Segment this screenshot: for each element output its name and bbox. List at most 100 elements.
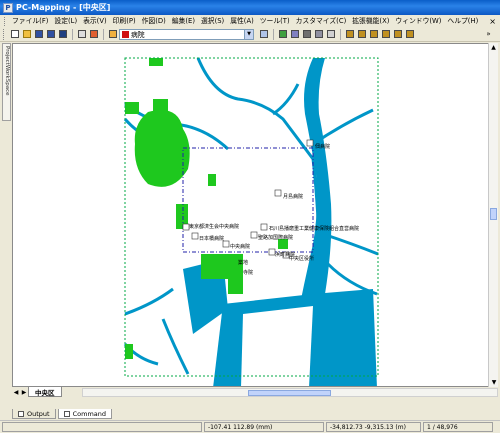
layer-color-swatch xyxy=(122,30,129,38)
menu-customize[interactable]: カスタマイズ(C) xyxy=(293,15,350,27)
layer-tool-icon[interactable] xyxy=(88,29,99,40)
scroll-down-icon[interactable]: ▼ xyxy=(489,378,499,387)
menu-settings[interactable]: 設定(L) xyxy=(51,15,80,27)
window-title: PC-Mapping - [中央区] xyxy=(16,3,111,12)
tab-next-icon[interactable]: ▶ xyxy=(20,389,28,396)
horizontal-scrollbar[interactable] xyxy=(81,387,498,397)
document-tab-row: ◀ ▶ 中央区 xyxy=(12,387,498,397)
bank-icon[interactable] xyxy=(313,29,324,40)
toolbar-grip[interactable] xyxy=(3,28,6,40)
menu-attribute[interactable]: 属性(A) xyxy=(227,15,257,27)
toolbar-separator xyxy=(103,28,104,40)
menu-grip[interactable] xyxy=(4,16,7,26)
tab-output[interactable]: Output xyxy=(12,409,56,419)
link-icon[interactable] xyxy=(325,29,336,40)
menu-tools[interactable]: ツール(T) xyxy=(257,15,293,27)
map-drawing: 佃病院 月島病院 東京都済生会中央病院 日本橋病院 中央病院 聖路加国際病院 石… xyxy=(123,57,379,386)
title-bar: P PC-Mapping - [中央区] xyxy=(0,0,500,15)
side-panel: ProjectWorkSpace xyxy=(0,43,12,408)
tab-command[interactable]: Command xyxy=(57,409,113,419)
park-block-6 xyxy=(149,58,163,66)
menu-bar: ファイル(F) 設定(L) 表示(V) 印刷(P) 作図(D) 編集(E) 選択… xyxy=(0,15,500,27)
database-icon[interactable] xyxy=(301,29,312,40)
map-label: 月島病院 xyxy=(283,193,303,200)
chevron-down-icon[interactable]: ▼ xyxy=(244,29,253,39)
app-icon: P xyxy=(3,2,13,13)
map-label: 築地 xyxy=(238,259,248,266)
river-south xyxy=(123,287,190,375)
output-tabs: Output Command xyxy=(12,408,500,419)
menu-file[interactable]: ファイル(F) xyxy=(9,15,51,27)
menu-window[interactable]: ウィンドウ(W) xyxy=(392,15,444,27)
status-xy-mm: -107.41 112.89 (mm) xyxy=(204,422,324,432)
park-block-7 xyxy=(125,344,133,359)
map-label: 日本橋病院 xyxy=(199,235,224,242)
pencil-tool-icon[interactable] xyxy=(356,29,367,40)
toolbar-separator xyxy=(273,28,274,40)
river-east xyxy=(272,83,374,146)
mdi-close-icon[interactable]: × xyxy=(489,17,496,26)
hospital-symbol xyxy=(306,139,314,147)
menu-draw[interactable]: 作図(D) xyxy=(139,15,169,27)
map-label: 石川島播磨重工業健康保険組合直営病院 xyxy=(269,225,359,232)
attribute-table-icon[interactable] xyxy=(289,29,300,40)
layer-select[interactable]: 病院 ▼ xyxy=(119,28,254,40)
hospital-symbol xyxy=(250,231,258,239)
status-coords: -34,812.73 -9,315.13 (m) xyxy=(326,422,421,432)
marker-tool-icon[interactable] xyxy=(380,29,391,40)
park-block-5 xyxy=(228,279,243,294)
pin-tool-icon[interactable] xyxy=(404,29,415,40)
layer-table-icon[interactable] xyxy=(258,29,269,40)
toolbar-separator xyxy=(340,28,341,40)
menu-view[interactable]: 表示(V) xyxy=(80,15,110,27)
save-as-icon[interactable] xyxy=(57,29,68,40)
layer-select-value: 病院 xyxy=(131,31,145,39)
menu-select[interactable]: 選択(S) xyxy=(198,15,227,27)
map-view-icon[interactable] xyxy=(277,29,288,40)
hospital-symbol xyxy=(260,223,268,231)
map-label: 寺院 xyxy=(243,269,253,276)
menu-extensions[interactable]: 拡張機能(X) xyxy=(349,15,392,27)
eraser-tool-icon[interactable] xyxy=(392,29,403,40)
save-all-icon[interactable] xyxy=(45,29,56,40)
toolbar-overflow-icon[interactable]: » xyxy=(483,29,494,40)
menu-print[interactable]: 印刷(P) xyxy=(110,15,139,27)
menu-edit[interactable]: 編集(E) xyxy=(169,15,198,27)
layers-icon[interactable] xyxy=(107,29,118,40)
map-label: 中央区役所 xyxy=(289,255,314,262)
output-icon xyxy=(18,410,24,417)
brush-tool-icon[interactable] xyxy=(368,29,379,40)
map-label: 聖路加国際病院 xyxy=(258,234,293,241)
island-block xyxy=(241,306,313,386)
new-file-icon[interactable] xyxy=(9,29,20,40)
hospital-symbol xyxy=(274,189,282,197)
vertical-scroll-thumb[interactable] xyxy=(490,208,497,220)
map-canvas[interactable]: 佃病院 月島病院 東京都済生会中央病院 日本橋病院 中央病院 聖路加国際病院 石… xyxy=(12,43,489,387)
command-icon xyxy=(63,410,70,417)
pen-tool-icon[interactable] xyxy=(344,29,355,40)
status-bar: -107.41 112.89 (mm) -34,812.73 -9,315.13… xyxy=(0,420,500,433)
hospital-symbol xyxy=(191,232,199,240)
toolbar: 病院 ▼ » xyxy=(0,27,500,42)
status-scale: 1 / 48,976 xyxy=(423,422,493,432)
park-block-2 xyxy=(125,102,139,114)
tab-prev-icon[interactable]: ◀ xyxy=(12,389,20,396)
map-label: 東京都済生会中央病院 xyxy=(189,223,239,230)
save-icon[interactable] xyxy=(33,29,44,40)
open-folder-icon[interactable] xyxy=(21,29,32,40)
project-workspace-tab[interactable]: ProjectWorkSpace xyxy=(2,43,11,121)
print-icon[interactable] xyxy=(76,29,87,40)
document-tab[interactable]: 中央区 xyxy=(28,387,62,397)
vertical-scrollbar[interactable]: ▲ ▼ xyxy=(488,43,498,387)
map-label: 中央病院 xyxy=(230,243,250,250)
map-label: 佃病院 xyxy=(315,143,330,150)
toolbar-separator xyxy=(72,28,73,40)
tab-command-label: Command xyxy=(72,409,107,418)
imperial-palace-park xyxy=(134,110,190,187)
tab-output-label: Output xyxy=(27,409,50,418)
scroll-up-icon[interactable]: ▲ xyxy=(489,43,498,52)
canal-east xyxy=(322,232,379,296)
horizontal-scroll-thumb[interactable] xyxy=(248,389,332,396)
park-block-1 xyxy=(153,99,168,111)
menu-help[interactable]: ヘルプ(H) xyxy=(444,15,481,27)
